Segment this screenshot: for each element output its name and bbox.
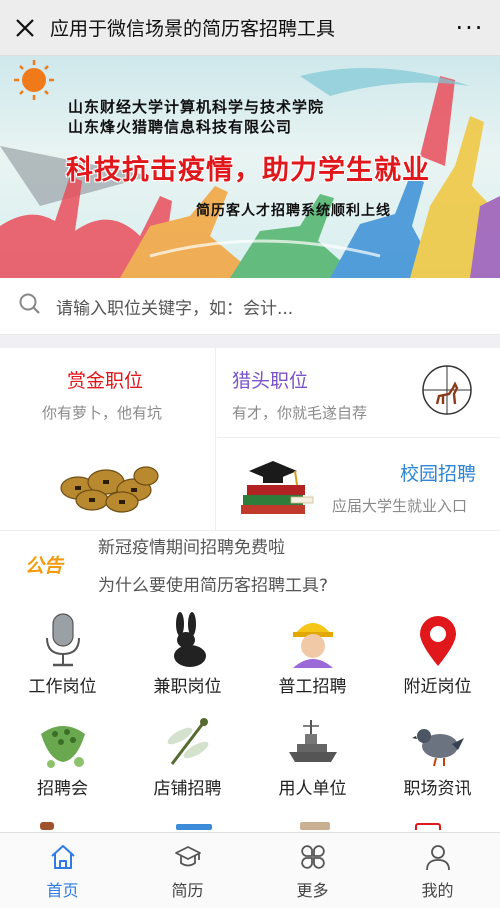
graduation-cap-icon bbox=[174, 846, 201, 867]
grid-item-parttime[interactable]: 兼职岗位 bbox=[125, 600, 250, 700]
grid-next-row-hint bbox=[300, 822, 330, 830]
tab-label: 简历 bbox=[171, 881, 204, 900]
section-divider bbox=[0, 335, 500, 348]
tab-label: 首页 bbox=[46, 881, 79, 900]
dragonfly-icon bbox=[167, 718, 209, 765]
warship-icon bbox=[289, 720, 337, 762]
grid-item-label: 店铺招聘 bbox=[153, 779, 222, 799]
grid-item-label: 工作岗位 bbox=[28, 677, 97, 697]
tab-label: 更多 bbox=[296, 881, 329, 900]
category-campus-title: 校园招聘 bbox=[400, 463, 477, 485]
user-icon bbox=[425, 845, 450, 871]
home-icon bbox=[50, 845, 75, 869]
tab-resume[interactable]: 简历 bbox=[125, 833, 250, 908]
crosshair-deer-icon bbox=[422, 365, 472, 415]
tab-label: 我的 bbox=[421, 881, 454, 900]
tab-profile[interactable]: 我的 bbox=[375, 833, 500, 908]
notice-ticker: 公告 新冠疫情期间招聘免费啦 为什么要使用简历客招聘工具? bbox=[0, 530, 500, 592]
grid-item-news[interactable]: 职场资讯 bbox=[375, 702, 500, 802]
tab-home[interactable]: 首页 bbox=[0, 833, 125, 908]
lotus-pod-icon bbox=[41, 726, 85, 768]
banner-slogan: 科技抗击疫情，助力学生就业 bbox=[66, 155, 430, 186]
category-campus-jobs[interactable]: 校园招聘 应届大学生就业入口 bbox=[217, 439, 500, 530]
category-headhunter-desc: 有才，你就毛遂自荐 bbox=[232, 404, 368, 422]
grid-item-nearby[interactable]: 附近岗位 bbox=[375, 600, 500, 700]
grid-item-label: 用人单位 bbox=[278, 779, 347, 799]
grid-item-label: 职场资讯 bbox=[403, 779, 472, 799]
sun-icon bbox=[14, 60, 54, 100]
worker-helmet-icon bbox=[293, 623, 333, 668]
grid-item-label: 普工招聘 bbox=[278, 677, 347, 697]
grid-item-workers[interactable]: 普工招聘 bbox=[250, 600, 375, 700]
close-icon[interactable] bbox=[0, 0, 50, 56]
more-icon[interactable]: ··· bbox=[440, 0, 500, 56]
notice-item[interactable]: 为什么要使用简历客招聘工具? bbox=[98, 571, 328, 592]
coins-icon bbox=[60, 466, 159, 513]
category-bounty-title: 赏金职位 bbox=[67, 370, 144, 392]
grid-item-jobs[interactable]: 工作岗位 bbox=[0, 600, 125, 700]
category-headhunter-title: 猎头职位 bbox=[232, 370, 309, 392]
grid-item-employers[interactable]: 用人单位 bbox=[250, 702, 375, 802]
grid-item-label: 招聘会 bbox=[37, 779, 88, 799]
grid-item-label: 附近岗位 bbox=[403, 677, 472, 697]
location-pin-icon bbox=[420, 616, 456, 666]
banner-subtitle: 简历客人才招聘系统顺利上线 bbox=[196, 203, 391, 219]
notice-badge: 公告 bbox=[16, 553, 72, 581]
search-icon bbox=[18, 292, 42, 320]
page-title: 应用于微信场景的简历客招聘工具 bbox=[50, 18, 336, 40]
grid-item-jobfair[interactable]: 招聘会 bbox=[0, 702, 125, 802]
search-bar[interactable]: 请输入职位关键字，如：会计... bbox=[0, 278, 500, 335]
rabbit-icon bbox=[174, 612, 206, 667]
pigeon-icon bbox=[412, 729, 464, 767]
app-header: 应用于微信场景的简历客招聘工具 ··· bbox=[0, 0, 500, 56]
grid-next-row-hint bbox=[40, 822, 54, 830]
promo-banner[interactable]: 山东财经大学计算机科学与技术学院 山东烽火猎聘信息科技有限公司 科技抗击疫情，助… bbox=[0, 56, 500, 278]
category-bounty-jobs[interactable]: 赏金职位 你有萝卜，他有坑 bbox=[0, 348, 216, 530]
category-bounty-desc: 你有萝卜，他有坑 bbox=[42, 404, 163, 422]
clover-grid-icon bbox=[300, 845, 325, 869]
grid-item-shop[interactable]: 店铺招聘 bbox=[125, 702, 250, 802]
category-campus-desc: 应届大学生就业入口 bbox=[332, 497, 468, 515]
search-input[interactable]: 请输入职位关键字，如：会计... bbox=[56, 294, 293, 319]
banner-line-company: 山东烽火猎聘信息科技有限公司 bbox=[68, 118, 293, 136]
grid-next-row-hint bbox=[176, 824, 212, 830]
category-panel: 赏金职位 你有萝卜，他有坑 猎头职位 有才，你就毛遂自荐 校园招聘 应届大学生就… bbox=[0, 348, 500, 530]
notice-badge-label: 公告 bbox=[25, 555, 65, 577]
page: { "header": { "title": "应用于微信场景的简历客招聘工具"… bbox=[0, 0, 500, 908]
books-cap-icon bbox=[241, 461, 314, 514]
grid-next-row-hint bbox=[415, 823, 441, 830]
grid-item-label: 兼职岗位 bbox=[153, 677, 222, 697]
tab-more[interactable]: 更多 bbox=[250, 833, 375, 908]
microphone-icon bbox=[46, 613, 80, 667]
bottom-tab-bar: 首页 简历 更多 我的 bbox=[0, 832, 500, 908]
feature-grid: 工作岗位 兼职岗位 普工招聘 附近岗位 招聘会 店铺招聘 用人单位 职场资讯 bbox=[0, 600, 500, 830]
category-headhunter-jobs[interactable]: 猎头职位 有才，你就毛遂自荐 bbox=[217, 348, 500, 438]
notice-item[interactable]: 新冠疫情期间招聘免费啦 bbox=[98, 533, 285, 558]
banner-line-school: 山东财经大学计算机科学与技术学院 bbox=[68, 98, 325, 116]
